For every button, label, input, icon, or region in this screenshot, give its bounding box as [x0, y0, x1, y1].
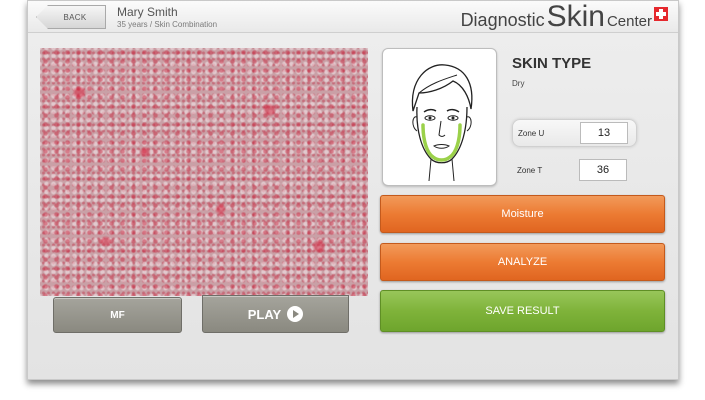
play-icon [287, 306, 304, 322]
user-info: 35 years / Skin Combination [117, 20, 218, 29]
app-window: BACK Mary Smith 35 years / Skin Combinat… [27, 0, 679, 380]
zone-u-row[interactable]: Zone U 13 [512, 119, 637, 147]
save-result-button[interactable]: SAVE RESULT [380, 290, 665, 332]
zone-u-value: 13 [580, 122, 628, 144]
moisture-button[interactable]: Moisture [380, 195, 665, 233]
brand-word-skin: Skin [546, 0, 605, 33]
skin-type-value: Dry [512, 79, 525, 88]
zone-t-label: Zone T [517, 165, 543, 175]
user-name: Mary Smith [117, 5, 178, 19]
skin-type-title: SKIN TYPE [512, 55, 592, 72]
skin-camera-image [40, 48, 368, 296]
mf-button[interactable]: MF [53, 297, 182, 333]
play-label: PLAY [247, 306, 282, 322]
brand-word-center: Center [606, 13, 652, 30]
mf-label: MF [110, 309, 125, 321]
play-button[interactable]: PLAY [202, 295, 349, 333]
swiss-flag-icon [654, 7, 668, 21]
face-zone-diagram [382, 48, 497, 186]
header-bar: BACK Mary Smith 35 years / Skin Combinat… [28, 1, 678, 33]
zone-t-value: 36 [579, 159, 627, 181]
back-button[interactable]: BACK [36, 5, 106, 29]
analyze-button[interactable]: ANALYZE [380, 243, 665, 281]
brand-word-diagnostic: Diagnostic [460, 10, 545, 30]
face-drawing [411, 64, 473, 182]
zone-t-row[interactable]: Zone T 36 [512, 156, 637, 184]
zone-u-label: Zone U [518, 128, 545, 138]
brand-logo: Diagnostic Skin Center [461, 2, 668, 32]
